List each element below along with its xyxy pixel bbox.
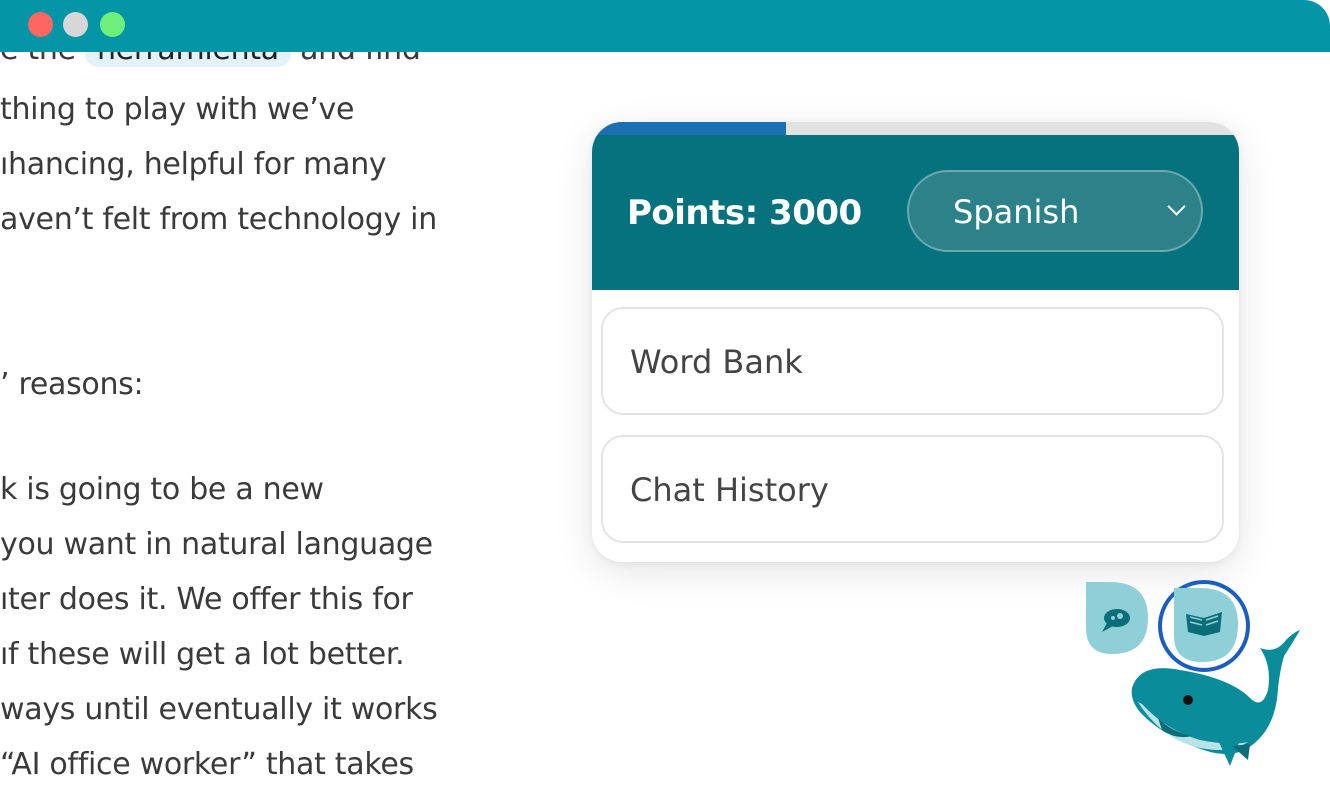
article-text: e the herramienta and find thing to play… [0,0,520,788]
panel-header: Points: 3000 Spanish [592,135,1239,290]
window-title-bar [0,0,1330,52]
close-window-button[interactable] [28,12,53,37]
article-line-3: ıhancing, helpful for many [0,147,387,182]
chat-history-label: Chat History [630,471,829,509]
points-label: Points: 3000 [627,193,862,233]
chat-history-button[interactable]: Chat History [601,435,1224,543]
mascot-widget [1086,580,1300,766]
progress-bar [592,122,1239,135]
extension-panel: Points: 3000 Spanish Word Bank Chat Hist… [592,122,1239,562]
article-line-4: aven’t felt from technology in [0,202,437,237]
article-line-10: ways until eventually it works [0,692,438,727]
article-line-9: ıf these will get a lot better. [0,637,405,672]
chevron-down-icon [1167,197,1186,216]
article-line-2: thing to play with we’ve [0,92,355,127]
language-select-value: Spanish [953,193,1080,231]
progress-bar-fill [592,122,787,135]
article-line-6: k is going to be a new [0,472,324,507]
article-line-8: ıter does it. We offer this for [0,582,413,617]
chat-bubble-button[interactable] [1086,582,1148,654]
maximize-window-button[interactable] [100,12,125,37]
article-line-11: “AI office worker” that takes [0,747,414,782]
article-line-7: you want in natural language [0,527,433,562]
word-bank-label: Word Bank [630,343,803,381]
minimize-window-button[interactable] [63,12,88,37]
word-bank-button[interactable]: Word Bank [601,307,1224,415]
page: e the herramienta and find thing to play… [0,0,1330,788]
word-bank-mascot-button[interactable] [1158,580,1250,672]
article-line-5: ’ reasons: [0,367,144,402]
language-select[interactable]: Spanish [907,170,1203,252]
